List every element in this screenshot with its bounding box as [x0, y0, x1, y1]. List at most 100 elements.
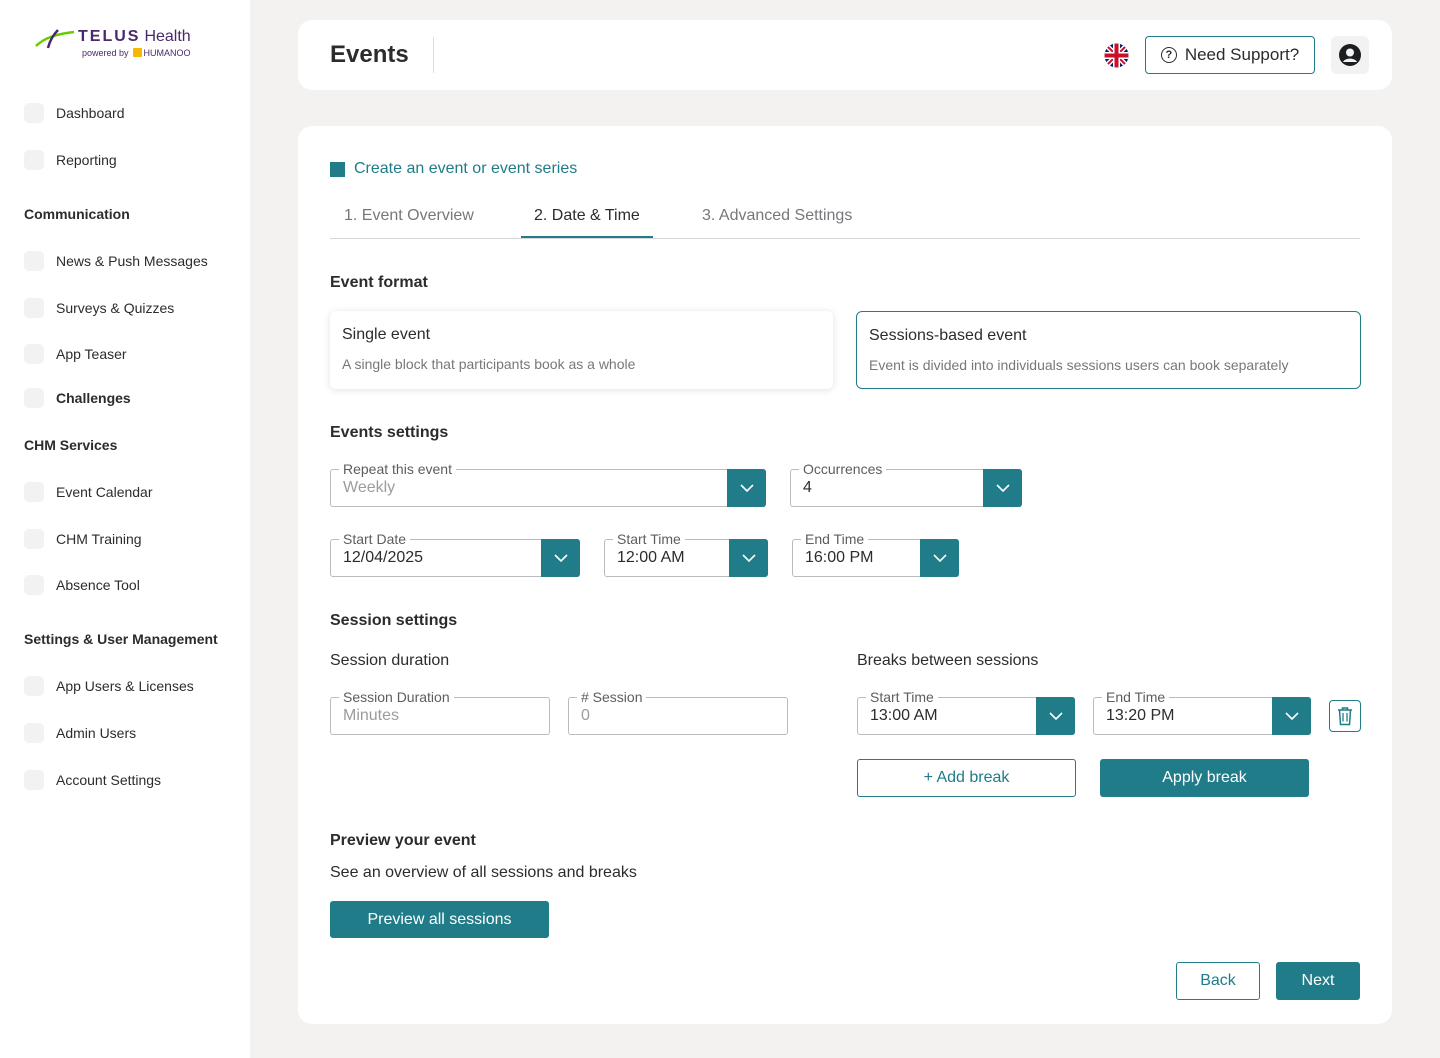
partner-name: HUMANOO	[143, 48, 191, 58]
back-button[interactable]: Back	[1176, 962, 1260, 1000]
sidebar-item-app-users[interactable]: App Users & Licenses	[24, 675, 194, 697]
sidebar-item-label: Reporting	[56, 152, 117, 168]
apply-break-button[interactable]: Apply break	[1100, 759, 1309, 797]
logo-suffix: Health	[144, 28, 191, 45]
field-label: Session Duration	[339, 688, 454, 706]
field-value: 12:00 AM	[617, 549, 685, 566]
repeat-event-select[interactable]: Repeat this event Weekly	[330, 460, 766, 507]
breadcrumb-square-icon	[330, 161, 345, 177]
start-time-select[interactable]: Start Time 12:00 AM	[604, 530, 768, 577]
telus-leaf-icon	[35, 29, 75, 49]
sidebar-item-admin-users[interactable]: Admin Users	[24, 722, 136, 744]
title-divider	[433, 37, 434, 73]
sidebar-item-label: News & Push Messages	[56, 253, 208, 269]
humanoo-icon	[132, 48, 142, 57]
tab-event-overview[interactable]: 1. Event Overview	[344, 207, 474, 225]
session-count-input[interactable]: # Session 0	[568, 688, 788, 735]
sidebar-item-absence-tool[interactable]: Absence Tool	[24, 574, 140, 596]
preview-heading: Preview your event	[330, 832, 476, 849]
calendar-icon	[24, 482, 44, 502]
trash-icon	[1338, 707, 1352, 726]
session-settings-heading: Session settings	[330, 612, 458, 629]
session-duration-input[interactable]: Session Duration Minutes	[330, 688, 550, 735]
sidebar-item-label: Absence Tool	[56, 577, 140, 593]
end-time-select[interactable]: End Time 16:00 PM	[792, 530, 959, 577]
field-value: 12/04/2025	[343, 549, 424, 566]
challenges-icon	[24, 388, 44, 408]
option-title: Sessions-based event	[869, 327, 1027, 344]
field-label: End Time	[1102, 688, 1170, 706]
field-value: 16:00 PM	[805, 549, 874, 566]
users-icon	[24, 676, 44, 696]
account-circle-icon	[1339, 44, 1361, 66]
occurrences-select[interactable]: Occurrences 4	[790, 460, 1022, 507]
event-form-card: Create an event or event series 1. Event…	[298, 126, 1392, 1024]
preview-sessions-button[interactable]: Preview all sessions	[330, 901, 549, 938]
sidebar-item-surveys[interactable]: Surveys & Quizzes	[24, 297, 174, 319]
sidebar-item-account-settings[interactable]: Account Settings	[24, 769, 161, 791]
sidebar-item-app-teaser[interactable]: App Teaser	[24, 343, 127, 365]
next-button[interactable]: Next	[1276, 962, 1360, 1000]
chevron-down-icon[interactable]	[541, 539, 580, 577]
training-icon	[24, 529, 44, 549]
field-value: 13:00 AM	[870, 707, 938, 724]
single-event-option[interactable]: Single event A single block that partici…	[330, 311, 833, 389]
sidebar-item-chm-training[interactable]: CHM Training	[24, 528, 142, 550]
sidebar-item-challenges[interactable]: Challenges	[24, 387, 131, 409]
account-button[interactable]	[1331, 36, 1369, 74]
field-value: 4	[803, 479, 812, 496]
break-start-time-select[interactable]: Start Time 13:00 AM	[857, 688, 1075, 735]
tab-date-time[interactable]: 2. Date & Time	[534, 207, 640, 225]
option-title: Single event	[342, 326, 431, 343]
sidebar-item-label: Surveys & Quizzes	[56, 300, 175, 316]
option-description: Event is divided into individuals sessio…	[869, 357, 1289, 373]
delete-break-button[interactable]	[1329, 700, 1361, 732]
sidebar-item-reporting[interactable]: Reporting	[24, 149, 117, 171]
chevron-down-icon[interactable]	[729, 539, 768, 577]
breadcrumb[interactable]: Create an event or event series	[330, 160, 577, 178]
sidebar-section-communication: Communication	[24, 206, 130, 222]
telus-health-logo[interactable]: TELUS Health powered by HUMANOO	[34, 26, 214, 66]
field-label: Start Time	[613, 530, 685, 548]
sidebar-item-label: Admin Users	[56, 725, 137, 741]
sidebar-section-chm-services: CHM Services	[24, 437, 118, 453]
sidebar-item-news-push[interactable]: News & Push Messages	[24, 250, 208, 272]
field-placeholder: 0	[581, 707, 590, 724]
top-header: Events ? Need Support?	[298, 20, 1392, 90]
sidebar: TELUS Health powered by HUMANOO Dashboard …	[0, 0, 250, 1058]
powered-by-text: powered by	[82, 48, 129, 58]
breadcrumb-label: Create an event or event series	[354, 160, 578, 177]
sidebar-item-label: App Teaser	[56, 346, 127, 362]
start-date-picker[interactable]: Start Date 12/04/2025	[330, 530, 580, 577]
break-end-time-select[interactable]: End Time 13:20 PM	[1093, 688, 1311, 735]
page-title: Events	[330, 41, 409, 68]
field-placeholder: Minutes	[343, 707, 400, 724]
event-format-heading: Event format	[330, 274, 428, 291]
chevron-down-icon[interactable]	[1272, 697, 1311, 735]
logo-name: TELUS	[78, 28, 141, 45]
need-support-label: Need Support?	[1184, 45, 1300, 64]
sidebar-item-dashboard[interactable]: Dashboard	[24, 102, 125, 124]
admin-icon	[24, 723, 44, 743]
logo-powered-by: powered by HUMANOO	[82, 48, 191, 58]
absence-icon	[24, 575, 44, 595]
reporting-icon	[24, 150, 44, 170]
session-duration-heading: Session duration	[330, 652, 450, 669]
active-tab-indicator	[521, 236, 653, 238]
need-support-button[interactable]: ? Need Support?	[1145, 36, 1315, 74]
tab-advanced-settings[interactable]: 3. Advanced Settings	[702, 207, 852, 225]
sessions-based-event-option[interactable]: Sessions-based event Event is divided in…	[856, 311, 1361, 389]
sidebar-item-label: Dashboard	[56, 105, 125, 121]
chevron-down-icon[interactable]	[1036, 697, 1075, 735]
sidebar-item-event-calendar[interactable]: Event Calendar	[24, 481, 153, 503]
chevron-down-icon[interactable]	[920, 539, 959, 577]
chevron-down-icon[interactable]	[983, 469, 1022, 507]
uk-flag-icon[interactable]	[1104, 43, 1129, 68]
chevron-down-icon[interactable]	[727, 469, 766, 507]
teaser-icon	[24, 344, 44, 364]
add-break-button[interactable]: + Add break	[857, 759, 1076, 797]
field-label: Start Time	[866, 688, 938, 706]
sidebar-item-label: Event Calendar	[56, 484, 153, 500]
sidebar-item-label: App Users & Licenses	[56, 678, 194, 694]
field-value: 13:20 PM	[1106, 707, 1175, 724]
